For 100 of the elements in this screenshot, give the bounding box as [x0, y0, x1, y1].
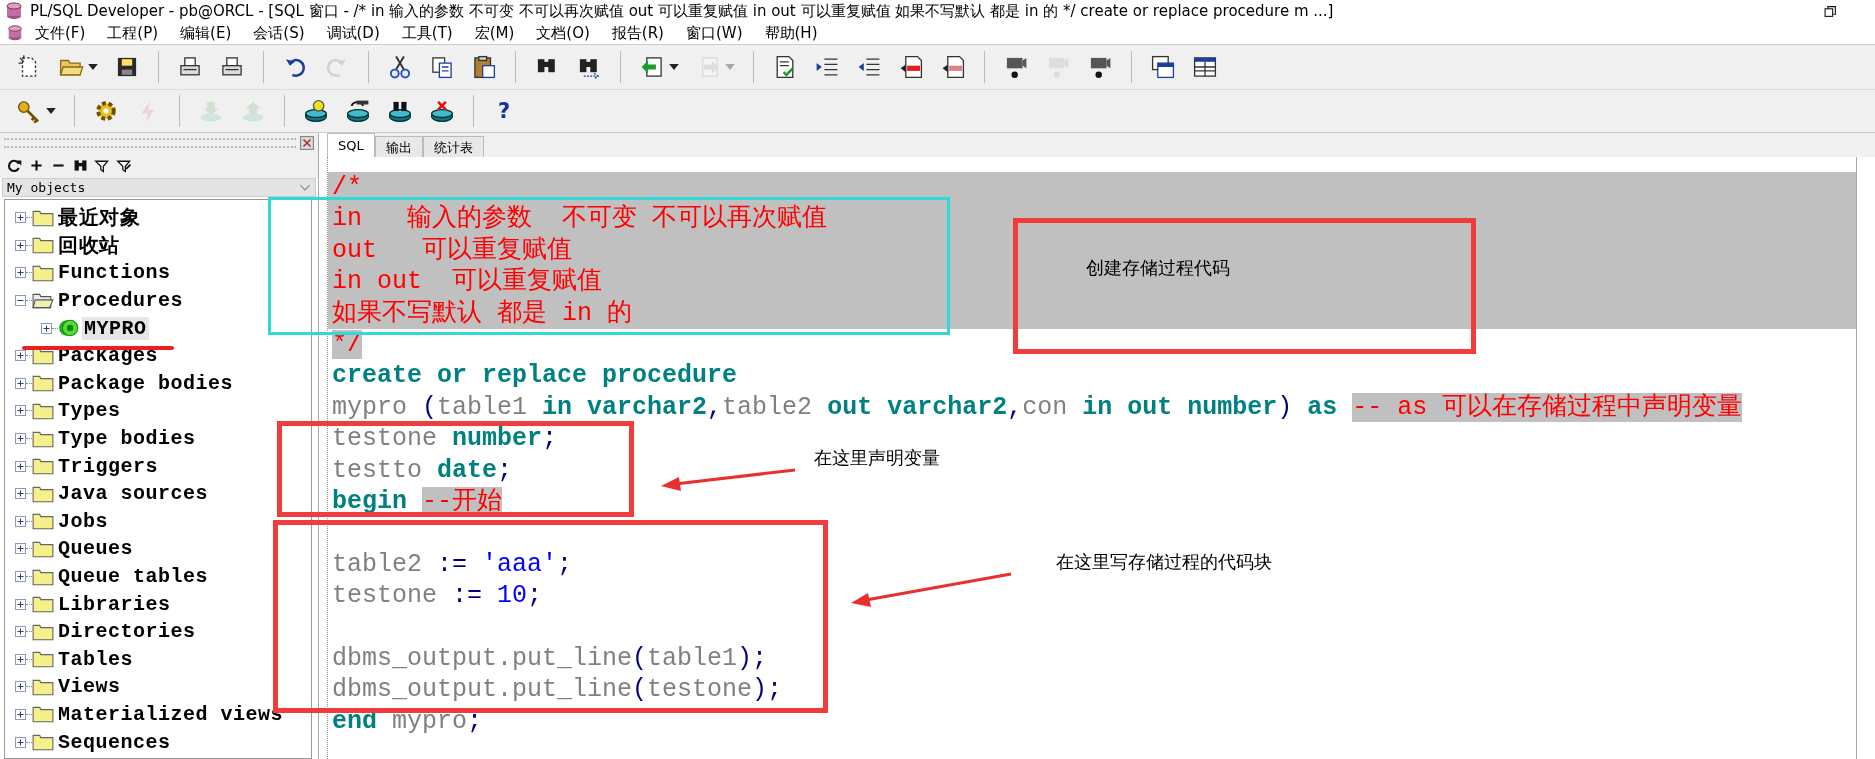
menu-item[interactable]: 调试(D) [315, 23, 391, 43]
folder-icon [32, 374, 54, 393]
tree-item[interactable]: Functions [56, 261, 173, 285]
code-text: testone [647, 675, 753, 705]
expand-toggle[interactable] [15, 709, 26, 720]
menu-item[interactable]: 窗口(W) [674, 23, 754, 43]
windows-icon[interactable] [1150, 54, 1176, 80]
expand-toggle[interactable] [15, 598, 26, 610]
expand-toggle[interactable] [15, 350, 26, 362]
tree-item[interactable]: 回收站 [56, 231, 122, 259]
expand-toggle[interactable] [41, 322, 52, 334]
menu-item[interactable]: 会话(S) [242, 23, 316, 43]
menu-item[interactable]: 工具(T) [390, 23, 464, 43]
code-text: in out 可以重复赋值 [332, 267, 603, 297]
editor-tab[interactable]: SQL [327, 133, 375, 157]
code-text: begin [332, 486, 408, 516]
database-arrow-icon[interactable] [345, 98, 371, 124]
tree-item[interactable]: 最近对象 [56, 204, 142, 232]
code-text: ; [557, 549, 573, 579]
expand-toggle[interactable] [15, 571, 26, 582]
menu-item[interactable]: 帮助(H) [753, 23, 829, 43]
folder-icon [32, 512, 54, 531]
caret-icon[interactable] [88, 64, 98, 70]
menu-item[interactable]: 报告(R) [600, 23, 675, 43]
menu-item[interactable]: 宏(M) [463, 23, 526, 43]
expand-toggle[interactable] [15, 681, 26, 693]
tree-item[interactable]: Procedures [56, 289, 186, 313]
close-icon[interactable] [300, 136, 314, 150]
plus-icon[interactable] [28, 157, 45, 174]
object-filter-dropdown[interactable]: My objects [2, 178, 316, 197]
tree-item[interactable]: Triggers [56, 454, 160, 478]
expand-toggle[interactable] [15, 488, 26, 500]
database-app-icon[interactable] [6, 24, 24, 42]
collapse-toggle[interactable] [15, 295, 26, 307]
expand-toggle[interactable] [15, 653, 26, 665]
tree-item[interactable]: Types [56, 399, 123, 423]
expand-toggle[interactable] [15, 212, 26, 224]
caret-icon[interactable] [669, 64, 679, 70]
document-bar-icon[interactable] [898, 54, 924, 80]
code-text: ); [737, 643, 768, 673]
import-icon[interactable] [639, 54, 665, 80]
tree-item[interactable]: MYPRO [82, 316, 149, 340]
expand-toggle[interactable] [15, 460, 26, 472]
tree-item[interactable]: Views [56, 675, 123, 699]
tree-item[interactable]: Sequences [56, 730, 173, 754]
tree-item[interactable]: Jobs [56, 509, 110, 533]
tree-item[interactable]: Type bodies [56, 427, 198, 451]
folder-icon [32, 705, 54, 724]
paste-icon[interactable] [471, 54, 497, 80]
refresh-icon[interactable] [6, 157, 23, 174]
code-editor[interactable] [327, 157, 1857, 759]
expand-toggle[interactable] [15, 515, 26, 527]
folder-icon [32, 457, 54, 476]
code-text: := [452, 581, 484, 611]
code-text: 'aaa' [482, 549, 558, 579]
expand-toggle[interactable] [15, 239, 26, 251]
editor-tab[interactable]: 输出 [374, 136, 423, 157]
menu-item[interactable]: 编辑(E) [169, 23, 243, 43]
tree-item[interactable]: Libraries [56, 592, 173, 616]
tree-item[interactable]: Tables [56, 647, 135, 671]
tree-item[interactable]: Queues [56, 537, 135, 561]
copy-icon[interactable] [429, 54, 455, 80]
tree-item[interactable]: Package bodies [56, 371, 236, 395]
editor-tab[interactable]: 统计表 [422, 136, 484, 157]
grid-icon[interactable] [1192, 54, 1218, 80]
code-text: number [452, 424, 543, 454]
expand-toggle[interactable] [15, 267, 26, 279]
database-x-icon[interactable] [429, 98, 455, 124]
restore-icon[interactable] [1824, 4, 1837, 18]
key-icon[interactable] [16, 98, 42, 124]
menu-item[interactable]: 工程(P) [96, 23, 170, 43]
code-text: mypro [392, 706, 468, 736]
code-text: testto [332, 455, 423, 485]
document-pattern-icon[interactable] [940, 54, 966, 80]
code-text: in 输入的参数 不可变 不可以再次赋值 [332, 204, 828, 234]
menu-item[interactable]: 文件(F) [24, 23, 97, 43]
help-button[interactable]: ? [492, 99, 517, 123]
database-bulb-icon[interactable] [303, 98, 329, 124]
caret-icon[interactable] [46, 108, 56, 114]
expand-toggle[interactable] [15, 405, 26, 417]
code-text: ; [467, 706, 483, 736]
tree-item[interactable]: Queue tables [56, 565, 211, 588]
expand-toggle[interactable] [15, 626, 26, 638]
grip-handle[interactable] [4, 138, 296, 148]
gear-icon[interactable] [93, 98, 119, 124]
cut-icon[interactable] [387, 54, 413, 80]
expand-toggle[interactable] [15, 377, 26, 389]
code-text: in varchar2 [542, 392, 708, 422]
expand-toggle[interactable] [15, 433, 26, 445]
folder-icon [32, 429, 54, 448]
tree-item[interactable]: Java sources [56, 482, 211, 506]
tree-item[interactable]: Directories [56, 620, 198, 644]
code-text: -- as 可以在存储过程中声明变量 [1352, 392, 1743, 422]
menu-item[interactable]: 文档(O) [525, 23, 601, 43]
code-text: := [437, 549, 469, 579]
folder-icon [32, 595, 54, 614]
code-text: , [1007, 392, 1023, 422]
window-title: PL/SQL Developer - pb@ORCL - [SQL 窗口 - /* in 输入的参数 不可变 不可以再次赋值 out 可以重复赋值 in out 可以重复赋值 如果不写默认 都是 in 的 */ create or replace procedure m ...] [30, 1, 1334, 21]
expand-toggle[interactable] [15, 736, 26, 748]
expand-toggle[interactable] [15, 543, 26, 555]
